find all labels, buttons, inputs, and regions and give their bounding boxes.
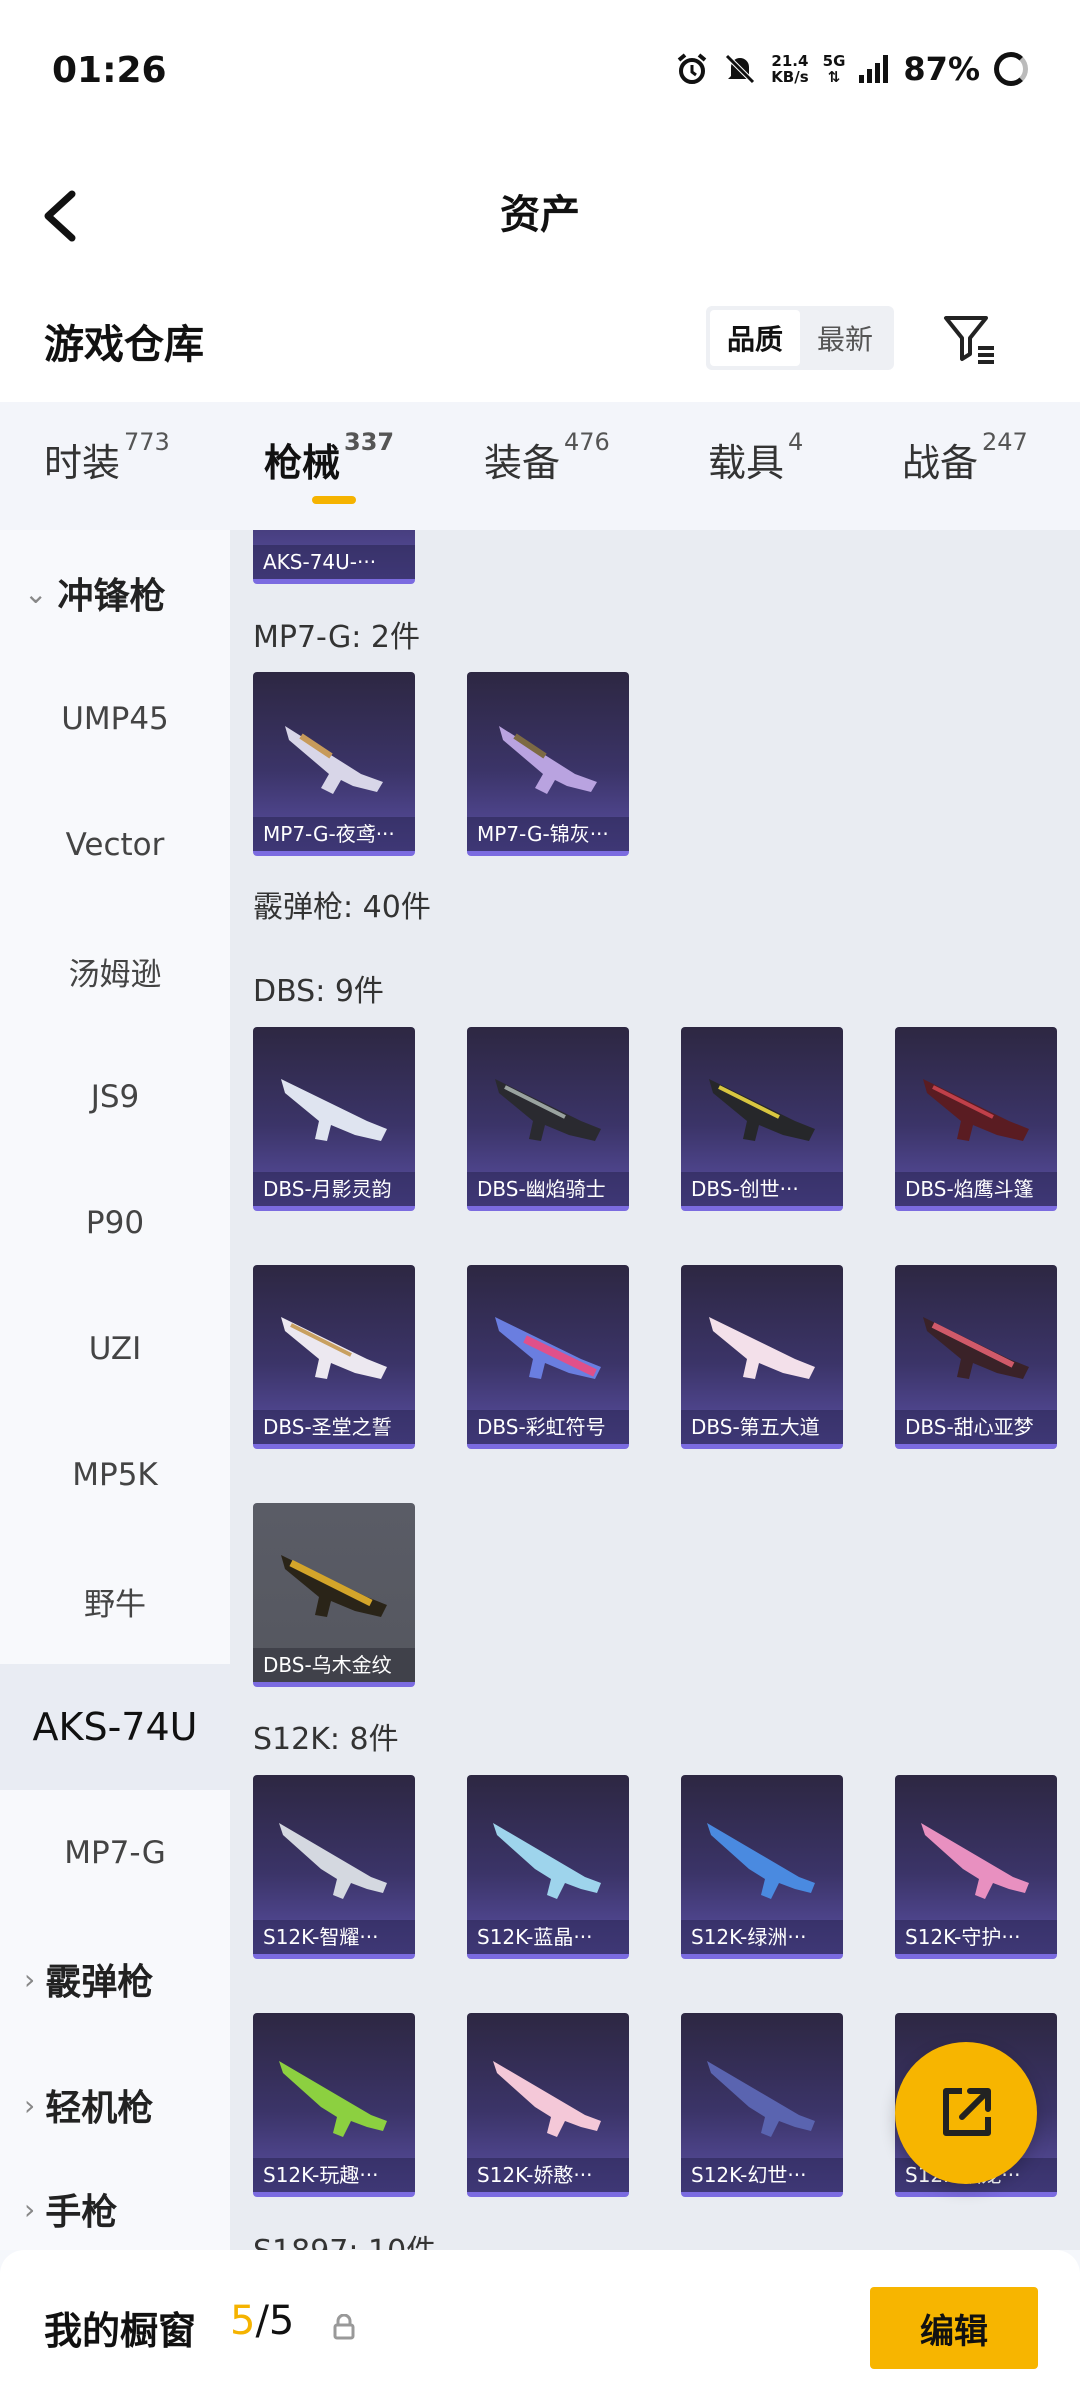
weapon-card[interactable]: DBS-幽焰骑士 [467, 1027, 629, 1211]
sidebar-item[interactable]: Vector [0, 782, 230, 908]
sidebar-group-smg[interactable]: ⌄ 冲锋枪 [0, 530, 230, 656]
warehouse-label: 游戏仓库 [44, 322, 204, 368]
tab-vehicles[interactable]: 载具 4 [708, 428, 803, 487]
gun-icon [495, 1079, 601, 1141]
status-time: 01:26 [52, 50, 167, 91]
gun-icon [707, 1823, 815, 1899]
sidebar-item[interactable]: P90 [0, 1160, 230, 1286]
gun-icon [709, 1079, 815, 1141]
chevron-right-icon: › [24, 2192, 36, 2226]
gun-icon [279, 1823, 387, 1899]
gun-icon [493, 1823, 601, 1899]
alarm-icon [677, 53, 707, 84]
warehouse-header: 游戏仓库 品质 最新 [0, 290, 1080, 402]
sidebar-item[interactable]: MP7-G [0, 1790, 230, 1916]
share-button[interactable] [895, 2042, 1037, 2184]
external-link-icon [943, 2088, 991, 2136]
weapon-card[interactable]: S12K-幻世··· [681, 2013, 843, 2197]
gun-icon [499, 726, 597, 794]
tab-supplies[interactable]: 战备 247 [902, 428, 1028, 487]
gun-icon [279, 2061, 387, 2137]
gun-icon [921, 1823, 1029, 1899]
sidebar-group-pistol[interactable]: › 手枪 [0, 2168, 230, 2250]
category-tabs: 时装 773 枪械 337 装备 476 载具 4 战备 247 [0, 402, 1080, 530]
section-header: S12K: 8件 [253, 1722, 399, 1757]
section-header: S1897: 10件 [253, 2226, 436, 2250]
showcase-bar: 我的橱窗 5/5 编辑 [0, 2250, 1080, 2400]
tab-fashion[interactable]: 时装 773 [44, 428, 170, 487]
gun-icon [493, 2061, 601, 2137]
gun-icon [707, 2061, 815, 2137]
edit-button[interactable]: 编辑 [870, 2287, 1038, 2369]
weapon-card[interactable]: DBS-甜心亚梦 [895, 1265, 1057, 1449]
chevron-right-icon: › [24, 1962, 36, 1996]
weapon-card[interactable]: S12K-蓝晶··· [467, 1775, 629, 1959]
sidebar-item[interactable]: UZI [0, 1286, 230, 1412]
page-title: 资产 [500, 192, 580, 238]
lock-icon [333, 2314, 355, 2340]
sidebar-item-selected[interactable]: AKS-74U [0, 1664, 230, 1790]
battery-icon [994, 52, 1028, 86]
mute-bell-icon [725, 54, 755, 84]
weapon-card[interactable]: S12K-玩趣··· [253, 2013, 415, 2197]
tab-guns[interactable]: 枪械 337 [264, 428, 394, 504]
gun-icon [495, 1317, 601, 1379]
weapon-card[interactable]: S12K-守护··· [895, 1775, 1057, 1959]
signal-icon [859, 55, 889, 83]
sidebar-item[interactable]: MP5K [0, 1412, 230, 1538]
weapon-card[interactable]: DBS-乌木金纹 [253, 1503, 415, 1687]
weapon-card[interactable]: S12K-绿洲··· [681, 1775, 843, 1959]
sidebar-item[interactable]: 野牛 [0, 1538, 230, 1664]
sort-quality-button[interactable]: 品质 [710, 310, 800, 366]
section-header: 霰弹枪: 40件 [253, 890, 431, 925]
section-header: DBS: 9件 [253, 974, 384, 1009]
sidebar-item[interactable]: JS9 [0, 1034, 230, 1160]
weapon-card[interactable]: DBS-月影灵韵 [253, 1027, 415, 1211]
weapon-card[interactable]: MP7-G-锦灰··· [467, 672, 629, 856]
nav-bar: 资产 [0, 140, 1080, 290]
filter-icon[interactable] [940, 308, 1000, 368]
network-speed: 21.4 KB/s [771, 52, 809, 86]
weapon-card[interactable]: DBS-创世··· [681, 1027, 843, 1211]
sidebar-item[interactable]: 汤姆逊 [0, 908, 230, 1034]
sidebar-item[interactable]: UMP45 [0, 656, 230, 782]
weapon-card[interactable]: S12K-智耀··· [253, 1775, 415, 1959]
battery-percent: 87% [903, 50, 980, 88]
gun-icon [281, 1555, 387, 1617]
weapon-card[interactable]: DBS-圣堂之誓 [253, 1265, 415, 1449]
tab-equipment[interactable]: 装备 476 [484, 428, 610, 487]
gun-icon [923, 1317, 1029, 1379]
weapon-card[interactable]: DBS-彩虹符号 [467, 1265, 629, 1449]
network-type: 5G ⇅ [822, 52, 846, 86]
section-header: MP7-G: 2件 [253, 620, 420, 655]
weapon-type-sidebar: ⌄ 冲锋枪 UMP45 Vector 汤姆逊 JS9 P90 UZI MP5K 野… [0, 530, 230, 2250]
gun-icon [285, 726, 383, 794]
sort-newest-button[interactable]: 最新 [800, 310, 890, 366]
weapon-grid: AKS-74U-··· MP7-G: 2件 MP7-G-夜鸢··· MP7-G-… [230, 530, 1080, 2250]
chevron-down-icon: ⌄ [24, 576, 48, 610]
chevron-right-icon: › [24, 2088, 36, 2122]
status-bar: 01:26 21.4 KB/s 5G ⇅ 87% [0, 0, 1080, 140]
weapon-card[interactable]: S12K-娇憨··· [467, 2013, 629, 2197]
weapon-card[interactable]: DBS-焰鹰斗篷 [895, 1027, 1057, 1211]
sort-toggle: 品质 最新 [706, 306, 894, 370]
weapon-card[interactable]: DBS-第五大道 [681, 1265, 843, 1449]
active-tab-indicator [312, 496, 356, 504]
weapon-card[interactable]: MP7-G-夜鸢··· [253, 672, 415, 856]
gun-icon [281, 1317, 387, 1379]
showcase-count: 5/5 [230, 2298, 295, 2344]
gun-icon [281, 1079, 387, 1141]
status-icons: 21.4 KB/s 5G ⇅ 87% [675, 50, 1028, 88]
sidebar-group-lmg[interactable]: › 轻机枪 [0, 2042, 230, 2168]
weapon-card[interactable]: AKS-74U-··· [253, 530, 415, 584]
showcase-label: 我的橱窗 [44, 2309, 197, 2353]
gun-icon [709, 1317, 815, 1379]
sidebar-group-shotgun[interactable]: › 霰弹枪 [0, 1916, 230, 2042]
gun-icon [923, 1079, 1029, 1141]
